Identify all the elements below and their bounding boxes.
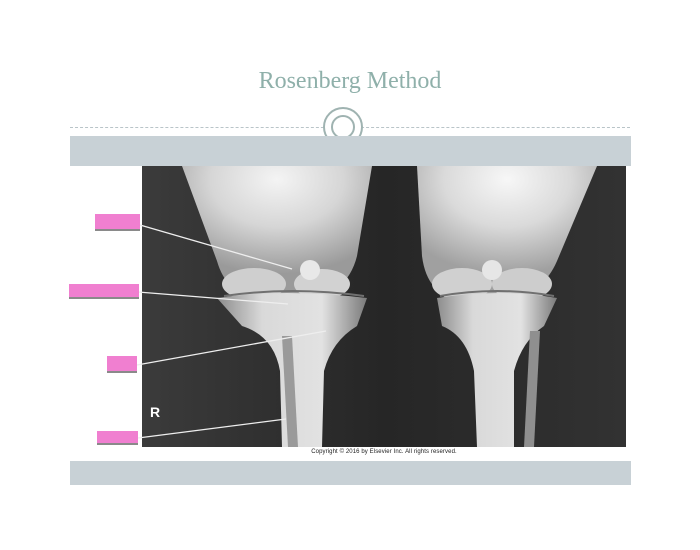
label-cover-3[interactable]	[107, 356, 137, 373]
copyright-notice: Copyright © 2016 by Elsevier Inc. All ri…	[311, 449, 457, 455]
slide-title: Rosenberg Method	[258, 68, 442, 94]
image-frame-bottom-band	[70, 461, 631, 485]
knee-xray-svg	[142, 166, 626, 447]
image-frame-top-band	[70, 136, 631, 166]
knee-xray-image: R	[142, 166, 626, 447]
label-cover-1[interactable]	[95, 214, 140, 231]
label-cover-4[interactable]	[97, 431, 138, 445]
label-cover-2[interactable]	[69, 284, 139, 299]
xray-panel: R Copyright © 2016 by Elsevier Inc. All …	[70, 166, 631, 461]
side-marker: R	[150, 404, 161, 420]
